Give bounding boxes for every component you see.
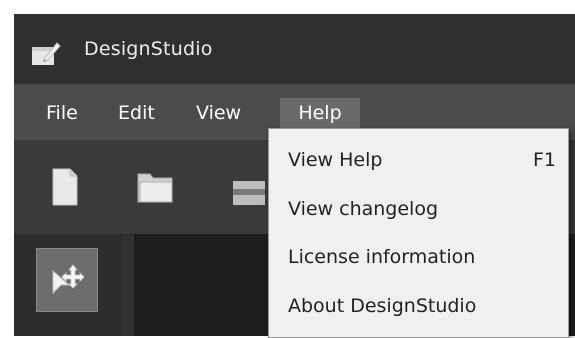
app-title: DesignStudio xyxy=(84,38,213,60)
open-folder-icon[interactable] xyxy=(136,168,176,210)
menu-item-label: View changelog xyxy=(288,198,439,220)
menu-item-view-help[interactable]: View Help F1 xyxy=(269,140,568,180)
menu-file[interactable]: File xyxy=(42,98,82,128)
menu-item-view-changelog[interactable]: View changelog xyxy=(269,189,568,229)
title-bar: DesignStudio xyxy=(14,14,575,84)
save-icon[interactable] xyxy=(232,180,266,210)
new-document-icon[interactable] xyxy=(52,168,78,210)
menu-item-about[interactable]: About DesignStudio xyxy=(269,286,568,326)
menu-item-label: License information xyxy=(288,246,476,268)
menu-item-license-information[interactable]: License information xyxy=(269,237,568,277)
help-menu-dropdown: View Help F1 View changelog License info… xyxy=(268,128,569,338)
design-app-icon xyxy=(30,39,62,67)
menu-item-shortcut: F1 xyxy=(532,149,556,171)
menu-help[interactable]: Help xyxy=(280,98,360,128)
tools-panel xyxy=(14,234,122,336)
menu-item-label: About DesignStudio xyxy=(288,295,477,317)
menu-view[interactable]: View xyxy=(192,98,245,128)
tool-button-select[interactable] xyxy=(36,248,98,312)
menu-item-label: View Help xyxy=(288,149,383,171)
select-move-icon xyxy=(49,263,85,301)
menu-edit[interactable]: Edit xyxy=(114,98,159,128)
